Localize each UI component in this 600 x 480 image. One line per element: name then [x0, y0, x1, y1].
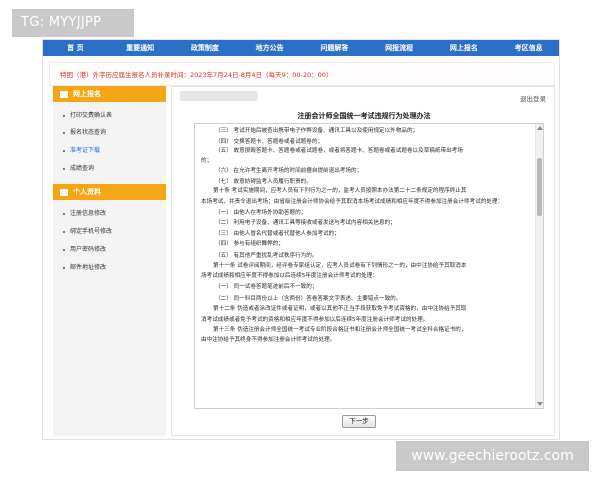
nav-item-policy[interactable]: 政策制度	[173, 40, 238, 56]
document-paragraph: （三） 考试开始后被查出携带电子作弊设备、通讯工具以及使用规定以外物品的；	[215, 128, 419, 134]
bullet-icon	[63, 230, 65, 233]
document-paragraph: （七） 故意妨碍监考人员履行职责的。	[215, 178, 312, 185]
document-paragraph: （二） 同一科目两份以上（含两份）答卷答案文字表述、主要错点一致的。	[215, 295, 402, 302]
nav-item-local[interactable]: 地方公告	[237, 40, 302, 56]
blurred-heading	[180, 91, 258, 101]
sidebar-item-edit-registration[interactable]: 注册信息修改	[53, 207, 166, 221]
main-panel: 退出登录 注册会计师全国统一考试违规行为处理办法 （三） 考试开始后被查出携带电…	[171, 86, 555, 436]
scroll-up-arrow-icon[interactable]	[537, 126, 543, 130]
document-paragraph: 第十条 考试实施期间，应考人员有下列行为之一的，监考人员按照本办法第二十二条规定…	[213, 188, 467, 194]
bullet-icon	[63, 131, 65, 134]
sidebar-item-admission-ticket[interactable]: 准考证下载	[53, 144, 166, 158]
nav-item-register[interactable]: 网上报名	[432, 40, 497, 56]
document-paragraph: 消考试成绩或者免予考试的资格和相应年度不得参加以后连续5年度注册会计师考试的处理…	[201, 317, 429, 323]
sidebar: 网上报名 打印交费确认表 报名状态查询 准考证下载 成绩查询 个人资料 注册信息…	[53, 86, 166, 436]
screenshot-frame: 首 页 重要通知 政策制度 地方公告 问题解答 网报流程 网上报名 考区信息 特…	[42, 39, 560, 440]
sidebar-item-score-query[interactable]: 成绩查询	[53, 162, 166, 176]
sidebar-item-print-confirmation[interactable]: 打印交费确认表	[53, 109, 166, 123]
document-paragraph: 第十一条 试卷评阅期间，经评卷专家组认定，应考人员试卷有下列情形之一的，由中注协…	[213, 262, 467, 269]
sidebar-section-title: 个人资料	[73, 188, 101, 196]
document-paragraph: （一） 同一试卷答题笔迹前后不一致的；	[215, 284, 318, 290]
sidebar-section-online-registration: 网上报名	[53, 86, 166, 102]
nav-item-region[interactable]: 考区信息	[496, 40, 559, 56]
watermark: www.geechierootz.com	[396, 441, 589, 471]
document-paragraph: （五） 故意损毁答题卡、答题卷或者试题卷，或者将答题卡、答题卷或者试题卷以及草稿…	[215, 148, 463, 154]
document-paragraph: （三） 由他人冒名代替或者代替他人参加考试的；	[215, 230, 340, 237]
tg-label: TG: MYYJJPP	[12, 9, 134, 37]
sidebar-section-personal-info: 个人资料	[53, 184, 166, 200]
document-paragraph: 第十二条 伪造或者涂改证件或者证明，或者以其他不正当手段获取免予考试资格的，由中…	[213, 305, 467, 312]
document-paragraph: （一） 由他人在考场外协助答题的；	[215, 209, 307, 216]
scrollbar-thumb[interactable]	[537, 158, 542, 216]
sidebar-item-edit-email[interactable]: 邮件地址修改	[53, 261, 166, 275]
nav-item-faq[interactable]: 问题解答	[302, 40, 367, 56]
document-content: （三） 考试开始后被查出携带电子作弊设备、通讯工具以及使用规定以外物品的； （四）…	[201, 126, 525, 345]
notice-bar: 特困（港）外字历应届生报名人员补录时间：2023年7月24日-8月4日（每天9：…	[49, 62, 555, 86]
document-paragraph: （四） 参与有组织舞弊的；	[215, 241, 284, 247]
bullet-icon	[63, 149, 65, 152]
bullet-icon	[63, 167, 65, 170]
document-paragraph: （四） 交换答题卡、答题卷或者试题卷的；	[215, 138, 324, 145]
document-paragraph: （二） 利用电子设备、通讯工具等接收或者发送与考试内容相关信息的；	[215, 220, 396, 226]
nav-item-home[interactable]: 首 页	[43, 40, 108, 56]
document-paragraph: 的；	[201, 157, 213, 164]
bullet-icon	[63, 114, 65, 117]
scroll-down-arrow-icon[interactable]	[537, 402, 543, 406]
document-paragraph: 由中注协给予其终身不得参加注册会计师考试的处理。	[201, 336, 336, 343]
bullet-icon	[63, 212, 65, 215]
nav-item-notices[interactable]: 重要通知	[108, 40, 173, 56]
sidebar-item-edit-password[interactable]: 用户密码修改	[53, 243, 166, 257]
document-paragraph: （六） 在允许考生离开考场的时间前擅自提前退出考场的；	[215, 168, 363, 174]
top-nav: 首 页 重要通知 政策制度 地方公告 问题解答 网报流程 网上报名 考区信息	[43, 40, 559, 56]
section-icon	[60, 188, 68, 196]
notice-text: 特困（港）外字历应届生报名人员补录时间：2023年7月24日-8月4日（每天9：…	[60, 71, 333, 79]
bullet-icon	[63, 266, 65, 269]
document-paragraph: 第十三条 伪造注册会计师全国统一考试专业阶段合格证书和注册会计师全国统一考试全科…	[213, 327, 467, 333]
sidebar-item-edit-phone[interactable]: 绑定手机号修改	[53, 225, 166, 239]
next-step-button[interactable]: 下一步	[342, 415, 376, 428]
sidebar-section-title: 网上报名	[73, 90, 101, 98]
bullet-icon	[63, 248, 65, 251]
document-paragraph: （五） 有其他严重扰乱考试秩序行为的。	[215, 252, 318, 259]
document-title: 注册会计师全国统一考试违规行为处理办法	[297, 112, 431, 120]
logout-link[interactable]: 退出登录	[520, 93, 546, 103]
document-paragraph: 场考试成绩和相应年度不得参加以后连续5年度注册会计师考试的处理：	[201, 273, 378, 279]
sidebar-item-status-query[interactable]: 报名状态查询	[53, 126, 166, 140]
document-paragraph: 本场考试，并责令退出考场；由省级注册会计师协会给予其取消本场考试成绩和相应年度不…	[201, 198, 504, 205]
document-scroll-area[interactable]: （三） 考试开始后被查出携带电子作弊设备、通讯工具以及使用规定以外物品的； （四）…	[194, 123, 544, 409]
nav-item-process[interactable]: 网报流程	[367, 40, 432, 56]
scrollbar[interactable]	[535, 124, 543, 408]
section-icon	[60, 90, 68, 98]
